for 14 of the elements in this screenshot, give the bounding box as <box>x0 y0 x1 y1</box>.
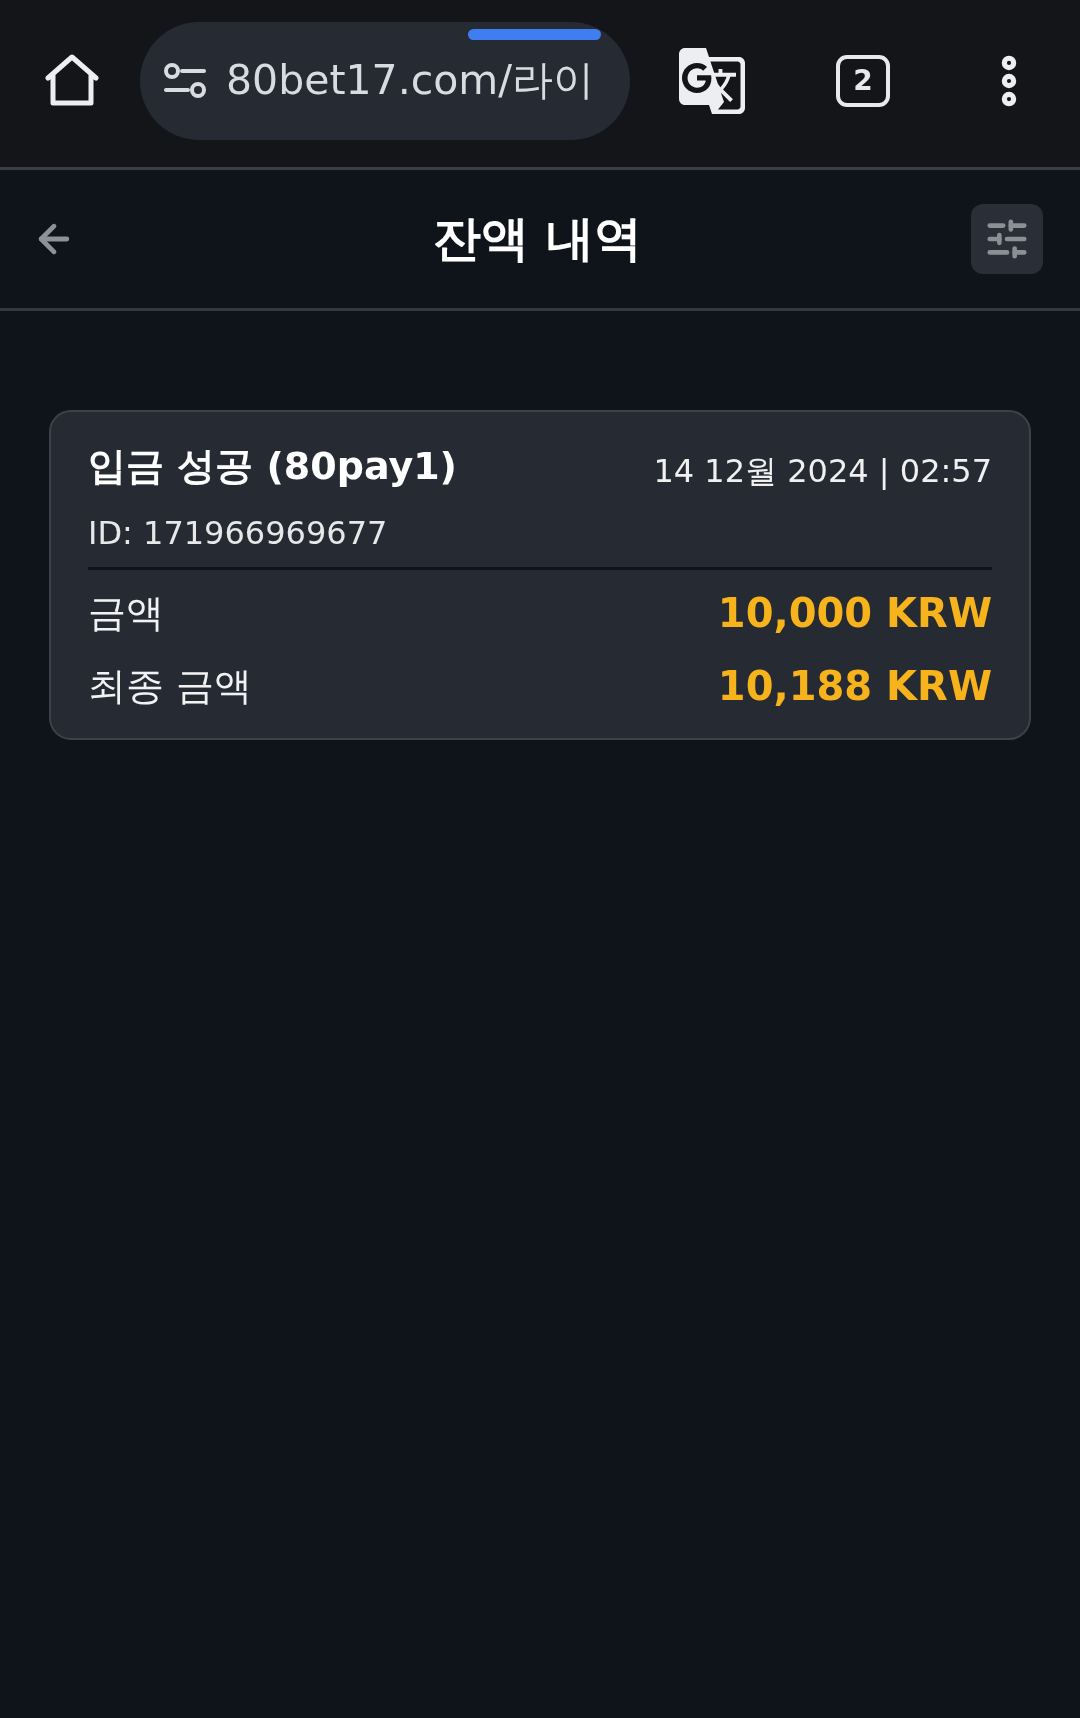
amount-label: 최종 금액 <box>88 662 253 710</box>
url-text: 80bet17.com/라이 <box>226 55 595 106</box>
filter-button[interactable] <box>971 204 1043 274</box>
transaction-title: 입금 성공 (80pay1) <box>88 442 457 490</box>
page-title: 잔액 내역 <box>433 209 642 268</box>
transaction-id: ID: 171966969677 <box>88 513 389 554</box>
amount-label: 금액 <box>88 589 164 637</box>
transaction-datetime: 14 12월 2024 | 02:57 <box>653 451 992 492</box>
amount-value: 10,188 KRW <box>717 663 992 709</box>
home-icon[interactable] <box>44 53 100 108</box>
address-bar[interactable]: 80bet17.com/라이 <box>140 21 630 140</box>
amount-value: 10,000 KRW <box>717 590 992 636</box>
tab-count-button[interactable]: 2 <box>836 54 890 107</box>
site-settings-icon[interactable] <box>164 62 206 99</box>
